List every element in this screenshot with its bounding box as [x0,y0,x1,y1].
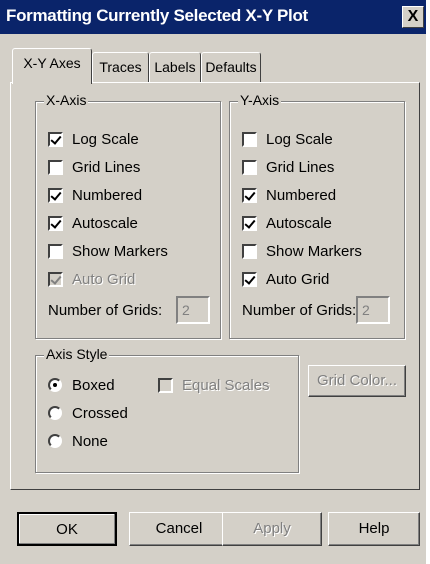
checkbox-box[interactable] [242,216,257,231]
close-icon: X [407,8,419,25]
checkbox-box[interactable] [48,132,63,147]
checkbox-label: Auto Grid [266,271,330,288]
cancel-button[interactable]: Cancel [129,512,229,546]
checkbox-box [158,378,173,393]
checkbox-label: Auto Grid [72,271,136,288]
checkbox-label: Grid Lines [72,159,141,176]
axis-style-group: Axis Style Boxed Crossed None Equal Scal… [35,346,299,473]
y-axis-group: Y-Axis Log Scale Grid Lines Numbered Aut… [229,92,405,339]
radio-circle[interactable] [48,434,62,448]
checkbox-label: Show Markers [72,243,168,260]
apply-button: Apply [222,512,322,546]
checkbox-label: Equal Scales [182,377,270,394]
x-number-of-grids-label: Number of Grids: [48,302,163,319]
window-title: Formatting Currently Selected X-Y Plot [6,6,308,25]
checkbox-box[interactable] [242,244,257,259]
tab-label: Defaults [205,59,257,75]
x-number-of-grids-input: 2 [176,296,210,324]
tab-label: X-Y Axes [23,55,81,71]
checkbox-box[interactable] [48,160,63,175]
close-button[interactable]: X [402,6,424,28]
checkbox-label: Log Scale [72,131,139,148]
checkbox-box[interactable] [48,188,63,203]
grid-color-label: Grid Color... [316,372,398,389]
title-bar[interactable]: Formatting Currently Selected X-Y Plot X [0,0,426,34]
ok-label: OK [56,521,78,538]
checkbox-label: Numbered [72,187,143,204]
checkbox-label: Log Scale [266,131,333,148]
tab-xy-axes[interactable]: X-Y Axes [12,48,92,84]
format-plot-dialog: Formatting Currently Selected X-Y Plot X… [0,0,426,564]
checkbox-box[interactable] [242,132,257,147]
checkbox-box[interactable] [48,244,63,259]
tab-defaults[interactable]: Defaults [201,52,261,82]
checkbox-box [48,272,63,287]
checkbox-box[interactable] [48,216,63,231]
cancel-label: Cancel [155,520,203,537]
checkbox-label: Show Markers [266,243,362,260]
x-axis-group-title: X-Axis [44,92,89,108]
y-axis-group-title: Y-Axis [238,92,282,108]
x-axis-group: X-Axis Log Scale Grid Lines Numbered Aut… [35,92,221,339]
radio-circle[interactable] [48,378,62,392]
axis-style-group-title: Axis Style [44,346,110,362]
checkbox-box[interactable] [242,160,257,175]
checkbox-label: Autoscale [266,215,332,232]
help-label: Help [358,520,390,537]
checkbox-label: Grid Lines [266,159,335,176]
tab-labels[interactable]: Labels [149,52,201,82]
grid-color-button: Grid Color... [308,365,406,397]
apply-label: Apply [253,520,291,537]
radio-label: Crossed [72,405,128,422]
checkbox-label: Autoscale [72,215,138,232]
checkbox-box[interactable] [242,272,257,287]
help-button[interactable]: Help [328,512,420,546]
tab-panel-xy-axes: X-Axis Log Scale Grid Lines Numbered Aut… [10,82,420,490]
tab-label: Labels [154,59,196,75]
checkbox-label: Numbered [266,187,337,204]
tab-traces[interactable]: Traces [92,52,149,82]
tab-label: Traces [99,59,142,75]
radio-label: None [72,433,108,450]
y-number-of-grids-input: 2 [356,296,390,324]
radio-circle[interactable] [48,406,62,420]
radio-label: Boxed [72,377,115,394]
ok-button[interactable]: OK [17,512,117,546]
y-number-of-grids-label: Number of Grids: [242,302,357,319]
checkbox-box[interactable] [242,188,257,203]
